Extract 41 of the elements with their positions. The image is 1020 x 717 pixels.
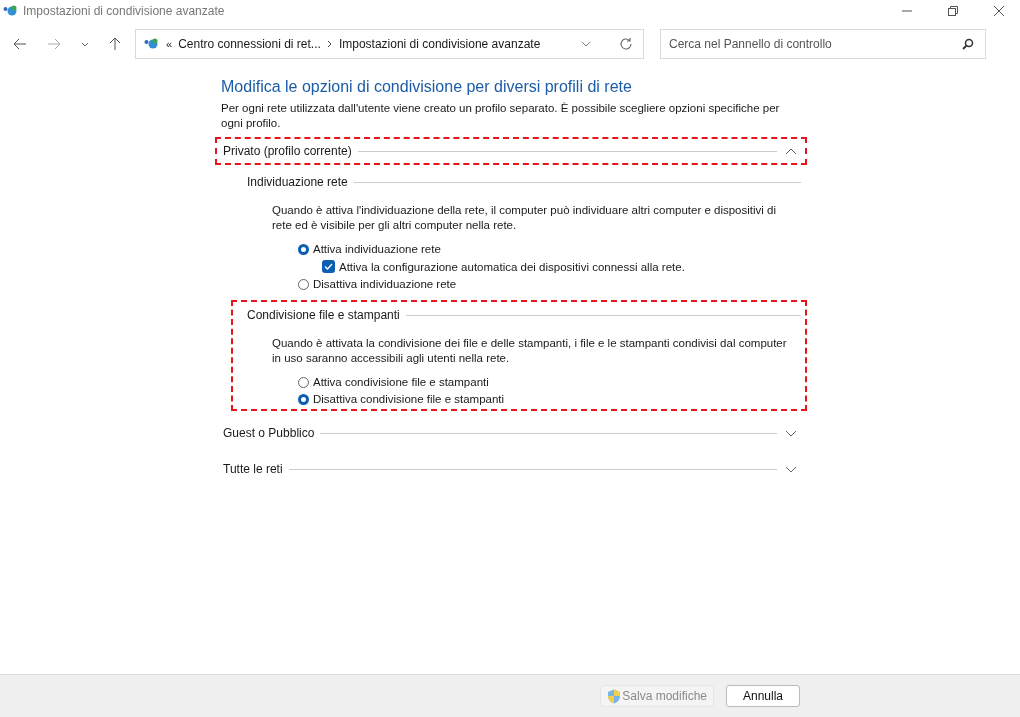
option-label[interactable]: Disattiva condivisione file e stampanti (313, 393, 505, 405)
back-arrow-icon[interactable] (13, 38, 27, 50)
option-label[interactable]: Attiva la configurazione automatica dei dispositivi connessi alla rete. (339, 260, 685, 273)
refresh-icon[interactable] (619, 37, 633, 51)
radio-button[interactable] (298, 278, 309, 290)
window-title: Impostazioni di condivisione avanzate (23, 4, 225, 18)
dropdown-chevron-icon[interactable] (581, 41, 591, 47)
option-label[interactable]: Attiva condivisione file e stampanti (313, 376, 489, 388)
breadcrumb[interactable]: Centro connessioni di ret... (178, 37, 321, 51)
restore-icon[interactable] (948, 6, 958, 16)
overflow-chevrons[interactable]: « (166, 38, 173, 50)
up-arrow-icon[interactable] (109, 37, 121, 51)
section-title: Individuazione rete (247, 175, 348, 189)
network-icon (3, 5, 19, 17)
radio-button[interactable] (298, 376, 309, 388)
section-description: Quando è attiva l'individuazione della rete, il computer può individuare altri computer e dispositivi di rete ed è visibile per gli altri computer nella rete. (272, 203, 777, 233)
profile-header[interactable]: Tutte le reti (223, 462, 283, 476)
chevron-down-icon[interactable] (81, 41, 89, 47)
network-icon (144, 38, 160, 50)
search-icon[interactable] (962, 38, 974, 50)
chevron-icon[interactable] (785, 147, 797, 155)
address-bar[interactable]: « Centro connessioni di ret... Impostazioni di condivisione avanzate (135, 29, 644, 59)
intro-text: Per ogni rete utilizzata dall'utente viene creato un profilo separato. È possibile scegliere opzioni specifiche per ogni profilo. (221, 101, 781, 131)
section-description: Quando è attivata la condivisione dei file e delle stampanti, i file e le stampanti condivisi dal computer in uso saranno accessibili agli utenti nella rete. (272, 336, 788, 366)
chevron-icon[interactable] (785, 465, 797, 473)
search-field[interactable]: Cerca nel Pannello di controllo (660, 29, 986, 59)
profile-header[interactable]: Guest o Pubblico (223, 426, 315, 440)
breadcrumb[interactable]: Impostazioni di condivisione avanzate (338, 37, 541, 51)
profile-header[interactable]: Privato (profilo corrente) (223, 144, 352, 158)
page-heading: Modifica le opzioni di condivisione per diversi profili di rete (221, 78, 633, 96)
radio-button[interactable] (298, 243, 309, 255)
option-label[interactable]: Disattiva individuazione rete (313, 278, 457, 290)
section-title: Condivisione file e stampanti (247, 308, 400, 322)
checkbox[interactable] (322, 260, 335, 273)
option-label[interactable]: Attiva individuazione rete (313, 243, 441, 255)
close-icon[interactable] (994, 6, 1004, 16)
chevron-icon[interactable] (785, 429, 797, 437)
separator-chevron-icon[interactable] (326, 40, 333, 48)
shield-icon (607, 688, 622, 704)
radio-button[interactable] (298, 393, 309, 405)
cancel-button[interactable]: Annulla (726, 685, 800, 707)
